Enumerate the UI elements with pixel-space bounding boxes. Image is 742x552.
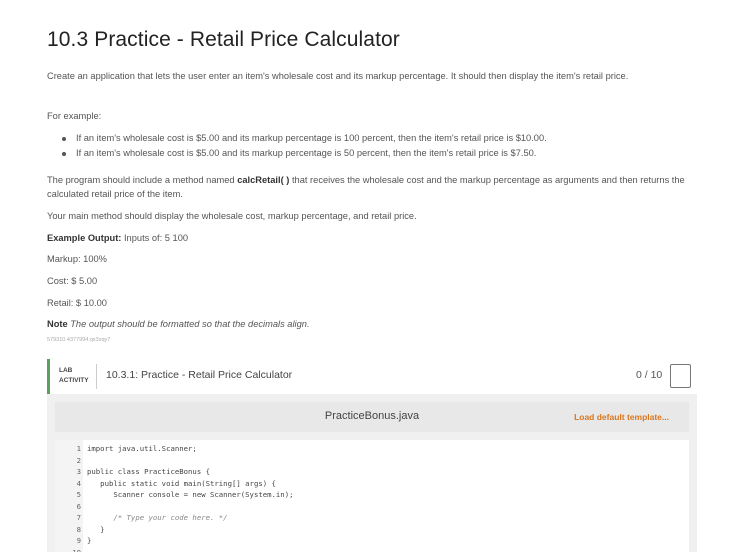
score-badge-icon	[670, 364, 691, 388]
example-output-line: Example Output: Inputs of: 5 100	[47, 231, 697, 245]
lab-page: 10.3 Practice - Retail Price Calculator …	[0, 0, 742, 552]
line-number: 2	[76, 455, 81, 465]
line-number: 7	[76, 513, 81, 522]
code-text: public static void main(String[] args) {	[87, 478, 276, 488]
code-text: Scanner console = new Scanner(System.in)…	[87, 490, 294, 499]
intro-text: Create an application that lets the user…	[47, 71, 629, 81]
line-number: 3	[76, 467, 81, 476]
tracking-id: 579310.4377994.qx3zqy7	[47, 337, 111, 343]
note-line: Note The output should be formatted so t…	[47, 317, 697, 331]
retail-line: Retail: $ 10.00	[47, 298, 107, 308]
lab-activity-name: 10.3.1: Practice - Retail Price Calculat…	[106, 369, 293, 381]
code-text: public class PracticeBonus {	[87, 467, 211, 476]
code-editor-panel: PracticeBonus.java Load default template…	[47, 394, 697, 552]
bullet-item: If an item's wholesale cost is $5.00 and…	[62, 131, 547, 146]
note-label: Note	[47, 319, 68, 329]
code-text: }	[87, 536, 92, 545]
line-number: 6	[76, 501, 81, 511]
page-title: 10.3 Practice - Retail Price Calculator	[47, 28, 400, 51]
cost-line: Cost: $ 5.00	[47, 276, 98, 286]
lab-score: 0 / 10	[636, 369, 663, 381]
method-name: calcRetail( )	[237, 175, 290, 185]
lab-tag-line1: LAB	[59, 367, 73, 374]
for-example-text: For example:	[47, 111, 102, 121]
note-text: The output should be formatted so that t…	[67, 319, 310, 329]
code-editor[interactable]: 1 import java.util.Scanner; 2 3 public class…	[55, 440, 689, 552]
lab-tag-line2: ACTIVITY	[59, 377, 89, 384]
lab-divider	[96, 364, 97, 389]
load-default-template-link[interactable]: Load default template...	[574, 412, 669, 422]
code-text: }	[87, 524, 105, 534]
bullet-item: If an item's wholesale cost is $5.00 and…	[62, 146, 547, 161]
example-output-label: Example Output:	[47, 233, 122, 243]
line-number: 4	[76, 478, 81, 488]
code-text: import java.util.Scanner;	[87, 444, 197, 453]
method-pre-text: The program should include a method name…	[47, 175, 238, 185]
line-number: 1	[76, 444, 81, 453]
markup-line: Markup: 100%	[47, 254, 107, 264]
main-method-text: Your main method should display the whol…	[47, 211, 417, 221]
example-bullet-list: If an item's wholesale cost is $5.00 and…	[62, 131, 547, 161]
code-text: /* Type your code here. */	[87, 513, 228, 522]
line-number: 10	[72, 547, 81, 552]
line-number: 8	[76, 524, 81, 534]
lab-activity-bar: LAB ACTIVITY 10.3.1: Practice - Retail P…	[47, 359, 697, 394]
method-description: The program should include a method name…	[47, 173, 697, 201]
file-header: PracticeBonus.java Load default template…	[55, 402, 689, 432]
example-inputs: Inputs of: 5 100	[121, 233, 189, 243]
line-number: 9	[76, 536, 81, 545]
lab-activity-tag: LAB ACTIVITY	[59, 366, 89, 386]
line-number: 5	[76, 490, 81, 499]
